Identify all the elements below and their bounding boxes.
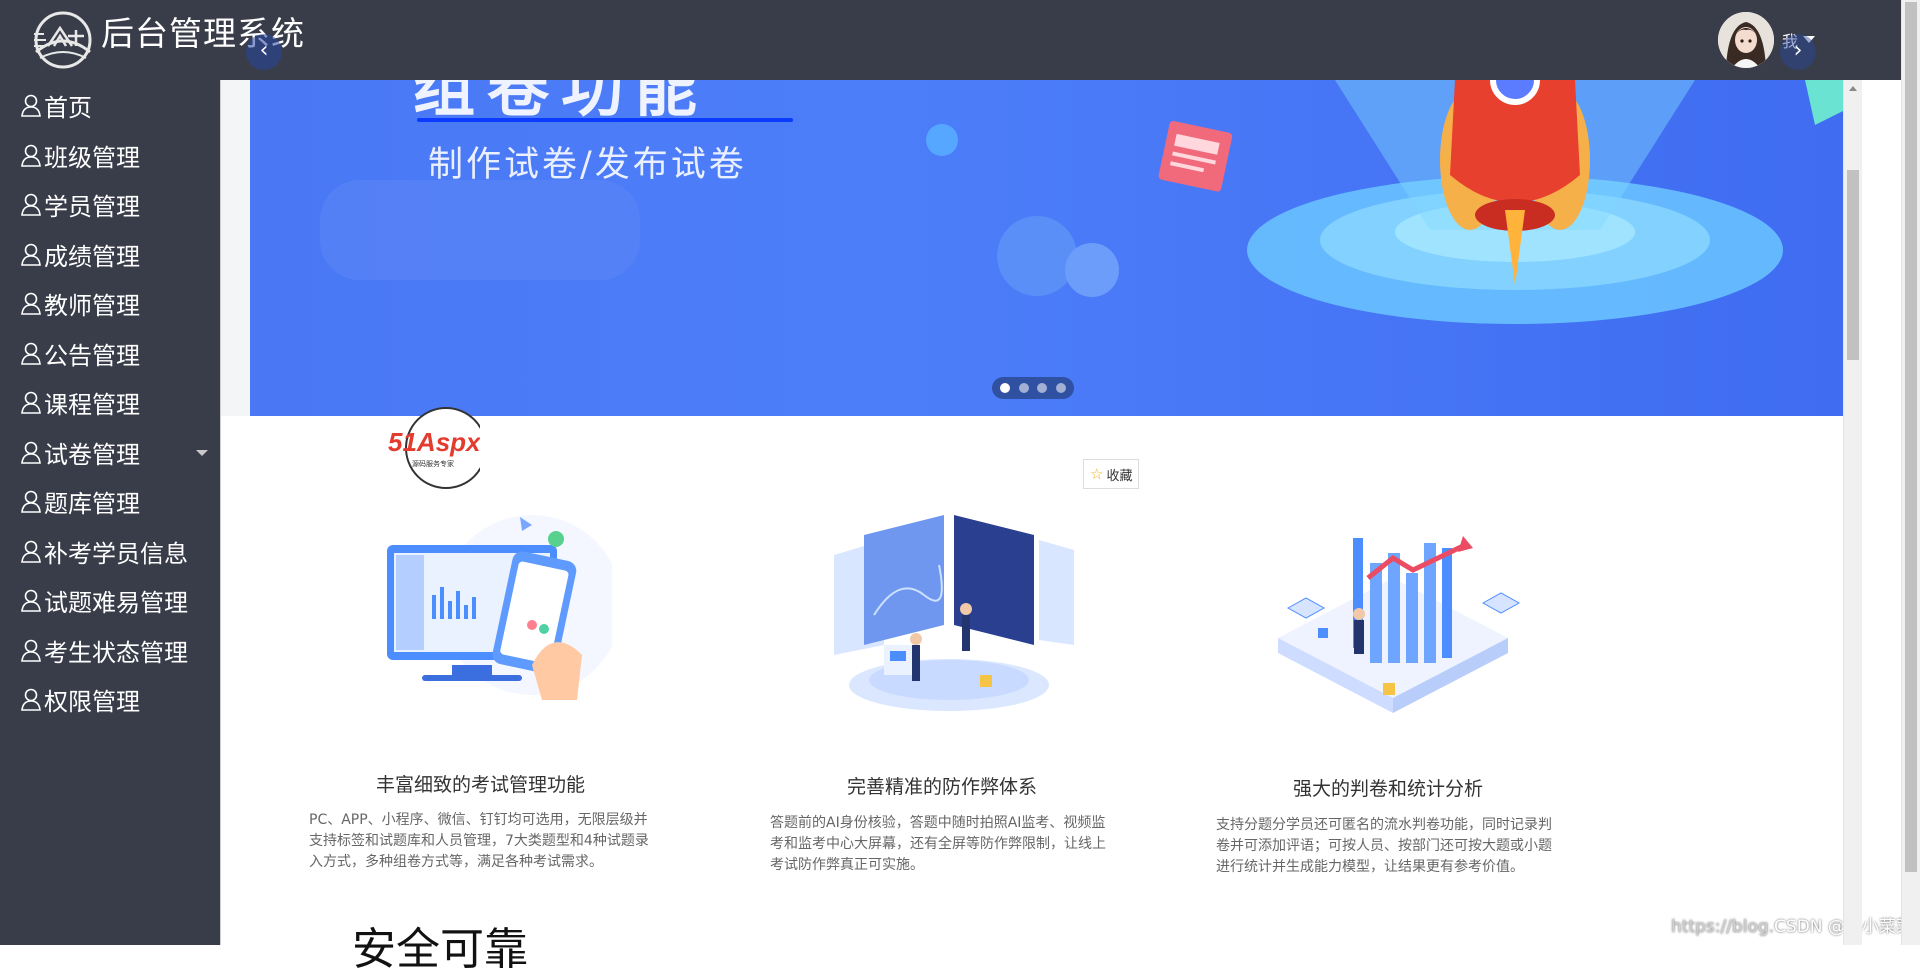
feature-title: 完善精准的防作弊体系 — [847, 776, 1038, 798]
sidebar-item-students[interactable]: 学员管理 — [0, 184, 220, 224]
inner-scrollbar[interactable] — [1843, 80, 1862, 945]
svg-text:51Aspx: 51Aspx — [388, 427, 480, 457]
sidebar-item-label: 补考学员信息 — [44, 539, 188, 568]
inner-scrollbar-thumb[interactable] — [1847, 170, 1859, 360]
chevron-down-icon — [196, 450, 208, 456]
top-navbar: 后台管理系统 我 — [0, 0, 1902, 80]
user-icon — [21, 193, 41, 216]
sidebar-item-label: 课程管理 — [44, 390, 140, 419]
section-title: 安全可靠 — [352, 924, 528, 975]
sidebar-item-permissions[interactable]: 权限管理 — [0, 679, 220, 719]
user-icon — [21, 490, 41, 513]
sidebar-item-classes[interactable]: 班级管理 — [0, 135, 220, 175]
credit-url: https://blog. — [1671, 917, 1775, 937]
sidebar-item-label: 学员管理 — [44, 192, 140, 221]
sidebar-item-candidate-status[interactable]: 考生状态管理 — [0, 630, 220, 670]
svg-text:源码服务专家: 源码服务专家 — [412, 459, 454, 468]
feature-description: PC、APP、小程序、微信、钉钉均可选用，无限层级并支持标签和试题库和人员管理，… — [309, 812, 649, 870]
carousel-dot[interactable] — [1055, 383, 1066, 393]
user-icon — [21, 688, 41, 711]
user-icon — [21, 292, 41, 315]
page-scrollbar-thumb[interactable] — [1905, 2, 1917, 872]
avatar-image — [1718, 12, 1774, 68]
sidebar-item-label: 题库管理 — [44, 489, 140, 518]
carousel-prev-button[interactable]: ‹ — [246, 34, 282, 70]
sidebar-item-question-bank[interactable]: 题库管理 — [0, 481, 220, 521]
sidebar-item-label: 权限管理 — [44, 687, 140, 716]
sidebar-item-difficulty[interactable]: 试题难易管理 — [0, 580, 220, 620]
credit-watermark: https://blog.CSDN @张小菜菜 — [1671, 912, 1913, 937]
carousel-next-button[interactable]: › — [1780, 34, 1816, 70]
watermark-logo: 51Aspx 源码服务专家 — [388, 407, 480, 489]
collect-button[interactable]: ☆ 收藏 — [1083, 459, 1140, 489]
carousel-dot[interactable] — [1000, 383, 1011, 393]
user-icon — [21, 589, 41, 612]
carousel-indicators — [992, 377, 1074, 399]
carousel-dot[interactable] — [1037, 383, 1048, 393]
sidebar-item-exam-papers[interactable]: 试卷管理 — [0, 432, 220, 472]
collect-label: 收藏 — [1106, 468, 1133, 484]
user-icon — [21, 639, 41, 662]
scroll-up-arrow-icon[interactable] — [1849, 86, 1857, 91]
sidebar-item-home[interactable]: 首页 — [0, 85, 220, 125]
sidebar-item-label: 成绩管理 — [44, 242, 140, 271]
app-logo — [34, 11, 92, 69]
sidebar-item-teachers[interactable]: 教师管理 — [0, 283, 220, 323]
sidebar-item-label: 教师管理 — [44, 291, 140, 320]
feature-title: 强大的判卷和统计分析 — [1293, 778, 1484, 800]
banner-illustration — [320, 80, 1845, 324]
feature-illustration-exam — [387, 515, 612, 700]
carousel-banner: 组卷功能 制作试卷/发布试卷 — [250, 80, 1845, 416]
sidebar-item-courses[interactable]: 课程管理 — [0, 382, 220, 422]
user-icon — [21, 441, 41, 464]
user-icon — [21, 342, 41, 365]
user-icon — [21, 94, 41, 117]
sidebar-item-label: 首页 — [44, 93, 92, 122]
user-avatar[interactable] — [1718, 12, 1774, 68]
sidebar-item-label: 试卷管理 — [44, 440, 140, 469]
sidebar-item-grades[interactable]: 成绩管理 — [0, 234, 220, 274]
user-icon — [21, 391, 41, 414]
user-icon — [21, 144, 41, 167]
sidebar: 首页 班级管理 学员管理 成绩管理 教师管理 公告管理 课程管理 试卷管理 题库… — [0, 80, 221, 945]
feature-description: 答题前的AI身份核验，答题中随时拍照AI监考、视频监考和监考中心大屏幕，还有全屏… — [770, 815, 1106, 873]
feature-description: 支持分题分学员还可匿名的流水判卷功能，同时记录判卷并可添加评语；可按人员、按部门… — [1216, 817, 1552, 875]
feature-illustration-anticheat — [834, 515, 1074, 711]
carousel-dot[interactable] — [1018, 383, 1029, 393]
sidebar-item-label: 班级管理 — [44, 143, 140, 172]
feature-title: 丰富细致的考试管理功能 — [376, 774, 586, 796]
star-icon: ☆ — [1090, 465, 1104, 483]
sidebar-item-label: 考生状态管理 — [44, 638, 188, 667]
sidebar-item-label: 试题难易管理 — [44, 588, 188, 617]
feature-illustration-analytics — [1278, 536, 1521, 713]
user-icon — [21, 540, 41, 563]
sidebar-item-makeup-students[interactable]: 补考学员信息 — [0, 531, 220, 571]
user-icon — [21, 243, 41, 266]
sidebar-item-label: 公告管理 — [44, 341, 140, 370]
page-scrollbar[interactable] — [1901, 0, 1920, 945]
sidebar-item-announcements[interactable]: 公告管理 — [0, 333, 220, 373]
